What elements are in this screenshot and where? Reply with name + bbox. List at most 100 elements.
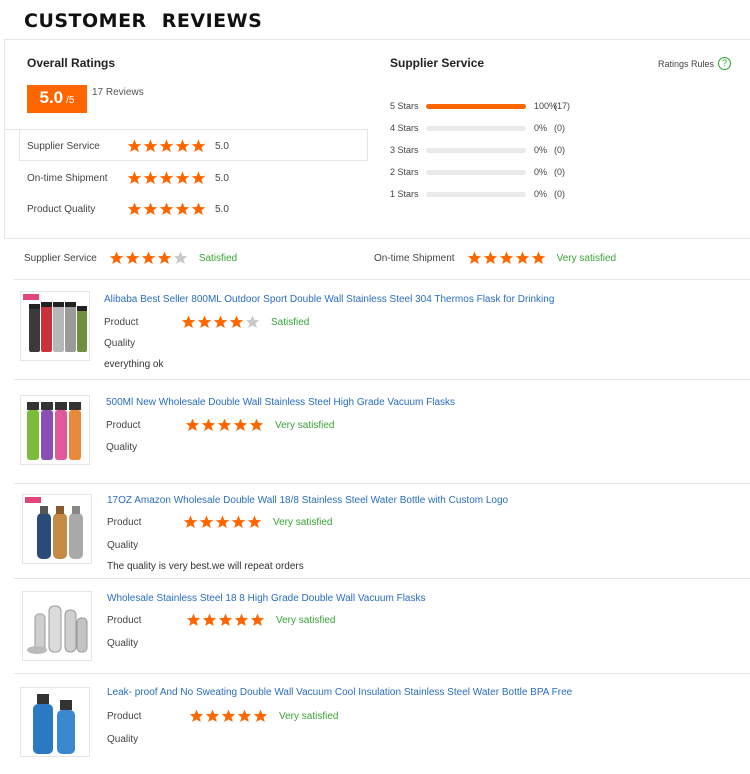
- ratings-summary: Overall Ratings 5.0 /5 17 Reviews Suppli…: [4, 39, 750, 239]
- metric-supplier-service: Supplier Service 5.0: [27, 136, 229, 156]
- product-link[interactable]: 17OZ Amazon Wholesale Double Wall 18/8 S…: [107, 495, 508, 506]
- star-filled-icon: [143, 202, 158, 216]
- distribution-percent: 100%: [534, 101, 558, 111]
- product-thumbnail[interactable]: [20, 687, 90, 757]
- distribution-bar: [426, 103, 526, 109]
- review-item: 500Ml New Wholesale Double Wall Stainles…: [14, 381, 750, 484]
- star-filled-icon: [515, 251, 530, 265]
- star-filled-icon: [159, 139, 174, 153]
- service-ratings-strip: Supplier Service Satisfied On-time Shipm…: [14, 240, 750, 280]
- star-filled-icon: [181, 315, 196, 329]
- distribution-row: 1 Stars 0% (0): [390, 187, 565, 201]
- distribution-count: (0): [554, 145, 565, 155]
- product-link[interactable]: Wholesale Stainless Steel 18 8 High Grad…: [107, 593, 425, 604]
- star-filled-icon: [221, 709, 236, 723]
- review-item: Leak- proof And No Sweating Double Wall …: [14, 675, 750, 774]
- review-item: Alibaba Best Seller 800ML Outdoor Sport …: [14, 281, 750, 380]
- product-thumbnail[interactable]: [22, 494, 92, 564]
- overall-score-suffix: /5: [66, 95, 75, 106]
- star-empty-icon: [173, 251, 188, 265]
- star-filled-icon: [467, 251, 482, 265]
- insulated-bottles-image: [33, 694, 75, 754]
- status-text: Very satisfied: [556, 252, 617, 264]
- review-rating: Very satisfied: [183, 515, 332, 529]
- star-filled-icon: [218, 613, 233, 627]
- star-filled-icon: [175, 139, 190, 153]
- metric-on-time-shipment: On-time Shipment 5.0: [27, 168, 229, 188]
- product-thumbnail[interactable]: [20, 395, 90, 465]
- star-filled-icon: [231, 515, 246, 529]
- distribution-bar: [426, 191, 526, 197]
- product-quality-label: Product: [106, 420, 141, 431]
- product-quality-label: Quality: [106, 442, 138, 453]
- star-empty-icon: [245, 315, 260, 329]
- product-link[interactable]: Leak- proof And No Sweating Double Wall …: [107, 687, 572, 698]
- overall-score-badge: 5.0 /5: [27, 85, 87, 113]
- review-item: 17OZ Amazon Wholesale Double Wall 18/8 S…: [14, 485, 750, 579]
- star-filled-icon: [159, 171, 174, 185]
- star-filled-icon: [217, 418, 232, 432]
- thermos-bottles-image: [23, 294, 87, 352]
- rating-stars: [127, 202, 207, 216]
- star-filled-icon: [109, 251, 124, 265]
- vacuum-flasks-image: [27, 402, 81, 460]
- distribution-count: (0): [554, 167, 565, 177]
- product-link[interactable]: 500Ml New Wholesale Double Wall Stainles…: [106, 397, 455, 408]
- distribution-label: 2 Stars: [390, 167, 419, 177]
- star-filled-icon: [499, 251, 514, 265]
- status-text: Very satisfied: [275, 419, 335, 431]
- product-thumbnail[interactable]: [20, 291, 90, 361]
- star-filled-icon: [127, 139, 142, 153]
- product-thumbnail[interactable]: [22, 591, 92, 661]
- distribution-label: 3 Stars: [390, 145, 419, 155]
- distribution-bar: [426, 147, 526, 153]
- rating-stars: [467, 251, 547, 265]
- ratings-rules-link[interactable]: Ratings Rules ?: [658, 57, 732, 70]
- product-quality-label: Product: [107, 711, 142, 722]
- star-filled-icon: [197, 315, 212, 329]
- strip-label: On-time Shipment: [374, 252, 455, 264]
- review-comment: The quality is very best.we will repeat …: [107, 561, 304, 572]
- rating-stars: [186, 613, 266, 627]
- distribution-label: 4 Stars: [390, 123, 419, 133]
- star-filled-icon: [249, 418, 264, 432]
- rating-stars: [183, 515, 263, 529]
- star-filled-icon: [157, 251, 172, 265]
- distribution-row: 2 Stars 0% (0): [390, 165, 565, 179]
- overall-ratings-title: Overall Ratings: [27, 56, 116, 70]
- status-text: Satisfied: [271, 316, 310, 328]
- metric-label: Supplier Service: [27, 140, 100, 152]
- star-filled-icon: [199, 515, 214, 529]
- metric-label: On-time Shipment: [27, 172, 108, 184]
- distribution-label: 5 Stars: [390, 101, 419, 111]
- star-filled-icon: [125, 251, 140, 265]
- strip-label: Supplier Service: [24, 252, 97, 264]
- distribution-row: 5 Stars 100% (17): [390, 99, 570, 113]
- star-filled-icon: [143, 139, 158, 153]
- star-filled-icon: [175, 202, 190, 216]
- distribution-percent: 0%: [534, 189, 548, 199]
- distribution-bar: [426, 125, 526, 131]
- star-filled-icon: [237, 709, 252, 723]
- rating-stars: [189, 709, 269, 723]
- ratings-rules-label[interactable]: Ratings Rules: [658, 59, 714, 69]
- star-filled-icon: [159, 202, 174, 216]
- distribution-row: 4 Stars 0% (0): [390, 121, 565, 135]
- product-link[interactable]: Alibaba Best Seller 800ML Outdoor Sport …: [104, 294, 554, 305]
- product-quality-label: Quality: [104, 338, 136, 349]
- help-icon[interactable]: ?: [718, 57, 732, 70]
- strip-supplier-service: Supplier Service Satisfied: [24, 251, 237, 265]
- rating-stars: [127, 139, 207, 153]
- product-quality-label: Product: [104, 317, 139, 328]
- review-comment: everything ok: [104, 359, 164, 370]
- star-filled-icon: [185, 418, 200, 432]
- star-filled-icon: [253, 709, 268, 723]
- star-filled-icon: [247, 515, 262, 529]
- review-item: Wholesale Stainless Steel 18 8 High Grad…: [14, 580, 750, 674]
- star-filled-icon: [141, 251, 156, 265]
- rating-stars: [181, 315, 261, 329]
- review-rating: Satisfied: [181, 315, 309, 329]
- overall-ratings-panel: Overall Ratings 5.0 /5 17 Reviews Suppli…: [5, 40, 368, 240]
- review-rating: Very satisfied: [185, 418, 334, 432]
- product-quality-label: Quality: [107, 734, 139, 745]
